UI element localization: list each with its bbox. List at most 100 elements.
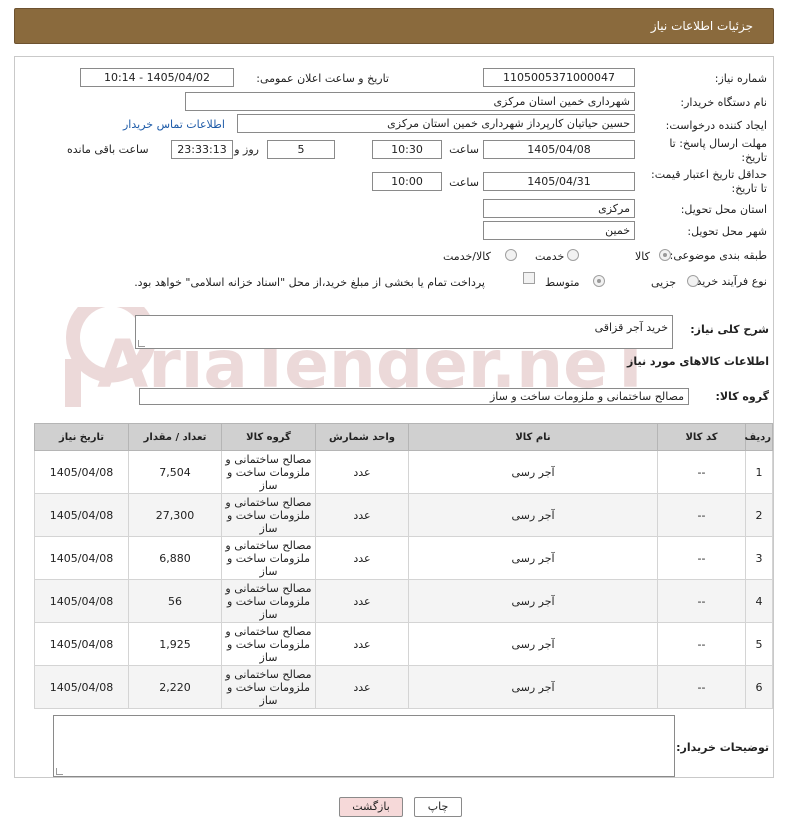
creator-label: ایجاد کننده درخواست: [665,119,767,132]
category-radio-service[interactable] [567,249,579,261]
table-row: 5 -- آجر رسی عدد مصالح ساختمانی و ملزوما… [34,622,773,666]
cell-date: 1405/04/08 [34,536,129,580]
cell-code: -- [657,450,746,494]
cell-group: مصالح ساختمانی و ملزومات ساخت و ساز [221,665,316,709]
process-radio-medium[interactable] [593,275,605,287]
process-radio-minor[interactable] [687,275,699,287]
need-number-field: 1105005371000047 [483,68,635,87]
col-header-unit: واحد شمارش [315,423,409,451]
cell-unit: عدد [315,665,409,709]
cell-code: -- [657,493,746,537]
creator-field: حسین حیاتیان کارپرداز شهرداری خمین استان… [237,114,635,133]
cell-qty: 1,925 [128,622,222,666]
process-option-medium: متوسط [545,276,580,289]
page-title: جزئیات اطلاعات نیاز [650,19,753,33]
category-option-goods-service: کالا/خدمت [443,250,491,263]
announce-datetime-field: 1405/04/02 - 10:14 [80,68,234,87]
goods-info-title: اطلاعات کالاهای مورد نیاز [627,355,769,368]
contact-info-link[interactable]: اطلاعات تماس خریدار [123,118,225,131]
col-header-name: نام کالا [408,423,658,451]
cell-qty: 56 [128,579,222,623]
table-row: 6 -- آجر رسی عدد مصالح ساختمانی و ملزوما… [34,665,773,709]
province-label: استان محل تحویل: [680,203,767,216]
buyer-notes-field [53,715,675,777]
cell-qty: 2,220 [128,665,222,709]
deadline-time-label: ساعت [449,143,479,156]
cell-group: مصالح ساختمانی و ملزومات ساخت و ساز [221,536,316,580]
table-row: 4 -- آجر رسی عدد مصالح ساختمانی و ملزوما… [34,579,773,623]
buyer-org-field: شهرداری خمین استان مرکزی [185,92,635,111]
col-header-row: ردیف [744,423,773,451]
deadline-date-field: 1405/04/08 [483,140,635,159]
deadline-label: مهلت ارسال پاسخ: تا تاریخ: [669,137,767,164]
cell-date: 1405/04/08 [34,665,129,709]
validity-time-label: ساعت [449,176,479,189]
city-label: شهر محل تحویل: [687,225,767,238]
cell-date: 1405/04/08 [34,622,129,666]
category-radio-goods[interactable] [659,249,671,261]
buyer-notes-label: توضیحات خریدار: [676,741,769,754]
goods-table: ردیف کد کالا نام کالا واحد شمارش گروه کا… [34,423,773,709]
cell-group: مصالح ساختمانی و ملزومات ساخت و ساز [221,450,316,494]
cell-unit: عدد [315,450,409,494]
buyer-org-label: نام دستگاه خریدار: [680,96,767,109]
col-header-date: تاریخ نیاز [34,423,129,451]
resize-handle-icon[interactable] [138,340,145,347]
table-row: 1 -- آجر رسی عدد مصالح ساختمانی و ملزوما… [34,450,773,494]
col-header-group: گروه کالا [221,423,316,451]
goods-group-label: گروه کالا: [715,390,769,403]
category-option-goods: کالا [635,250,650,263]
cell-group: مصالح ساختمانی و ملزومات ساخت و ساز [221,579,316,623]
cell-row: 5 [745,622,773,666]
page-header: جزئیات اطلاعات نیاز [14,8,774,44]
cell-unit: عدد [315,493,409,537]
cell-name: آجر رسی [408,579,658,623]
province-field: مرکزی [483,199,635,218]
cell-unit: عدد [315,579,409,623]
validity-date-field: 1405/04/31 [483,172,635,191]
cell-qty: 6,880 [128,536,222,580]
cell-code: -- [657,622,746,666]
back-button[interactable]: بازگشت [339,797,403,817]
cell-name: آجر رسی [408,450,658,494]
cell-code: -- [657,536,746,580]
cell-unit: عدد [315,622,409,666]
col-header-qty: تعداد / مقدار [128,423,222,451]
need-number-label: شماره نیاز: [714,72,767,85]
description-field: خرید آجر قزاقی [135,315,673,349]
cell-qty: 27,300 [128,493,222,537]
process-type-label: نوع فرآیند خرید : [689,275,767,288]
cell-group: مصالح ساختمانی و ملزومات ساخت و ساز [221,622,316,666]
cell-name: آجر رسی [408,622,658,666]
cell-row: 2 [745,493,773,537]
cell-row: 4 [745,579,773,623]
description-label: شرح کلی نیاز: [690,323,769,336]
category-label: طبقه بندی موضوعی: [669,249,767,262]
remaining-time-field: 23:33:13 [171,140,233,159]
cell-row: 1 [745,450,773,494]
cell-name: آجر رسی [408,536,658,580]
process-option-minor: جزیی [651,276,677,289]
resize-handle-icon[interactable] [56,768,63,775]
table-row: 3 -- آجر رسی عدد مصالح ساختمانی و ملزوما… [34,536,773,580]
announce-label: تاریخ و ساعت اعلان عمومی: [256,72,389,85]
remaining-time-label: ساعت باقی مانده [67,143,149,156]
goods-group-field: مصالح ساختمانی و ملزومات ساخت و ساز [139,388,689,405]
city-field: خمین [483,221,635,240]
deadline-time-field: 10:30 [372,140,442,159]
category-radio-goods-service[interactable] [505,249,517,261]
table-header-row: ردیف کد کالا نام کالا واحد شمارش گروه کا… [34,423,773,451]
cell-row: 6 [745,665,773,709]
need-details-panel: AriaTender.neT شماره نیاز: 1105005371000… [14,56,774,778]
days-label: روز و [234,143,259,156]
cell-date: 1405/04/08 [34,579,129,623]
cell-row: 3 [745,536,773,580]
cell-code: -- [657,579,746,623]
print-button[interactable]: چاپ [414,797,462,817]
col-header-code: کد کالا [657,423,746,451]
validity-time-field: 10:00 [372,172,442,191]
description-text: خرید آجر قزاقی [594,321,668,334]
treasury-bonds-checkbox[interactable] [523,272,535,284]
payment-note: پرداخت تمام یا بخشی از مبلغ خرید،از محل … [134,276,485,289]
validity-label: حداقل تاریخ اعتبار قیمت: تا تاریخ: [651,168,767,195]
